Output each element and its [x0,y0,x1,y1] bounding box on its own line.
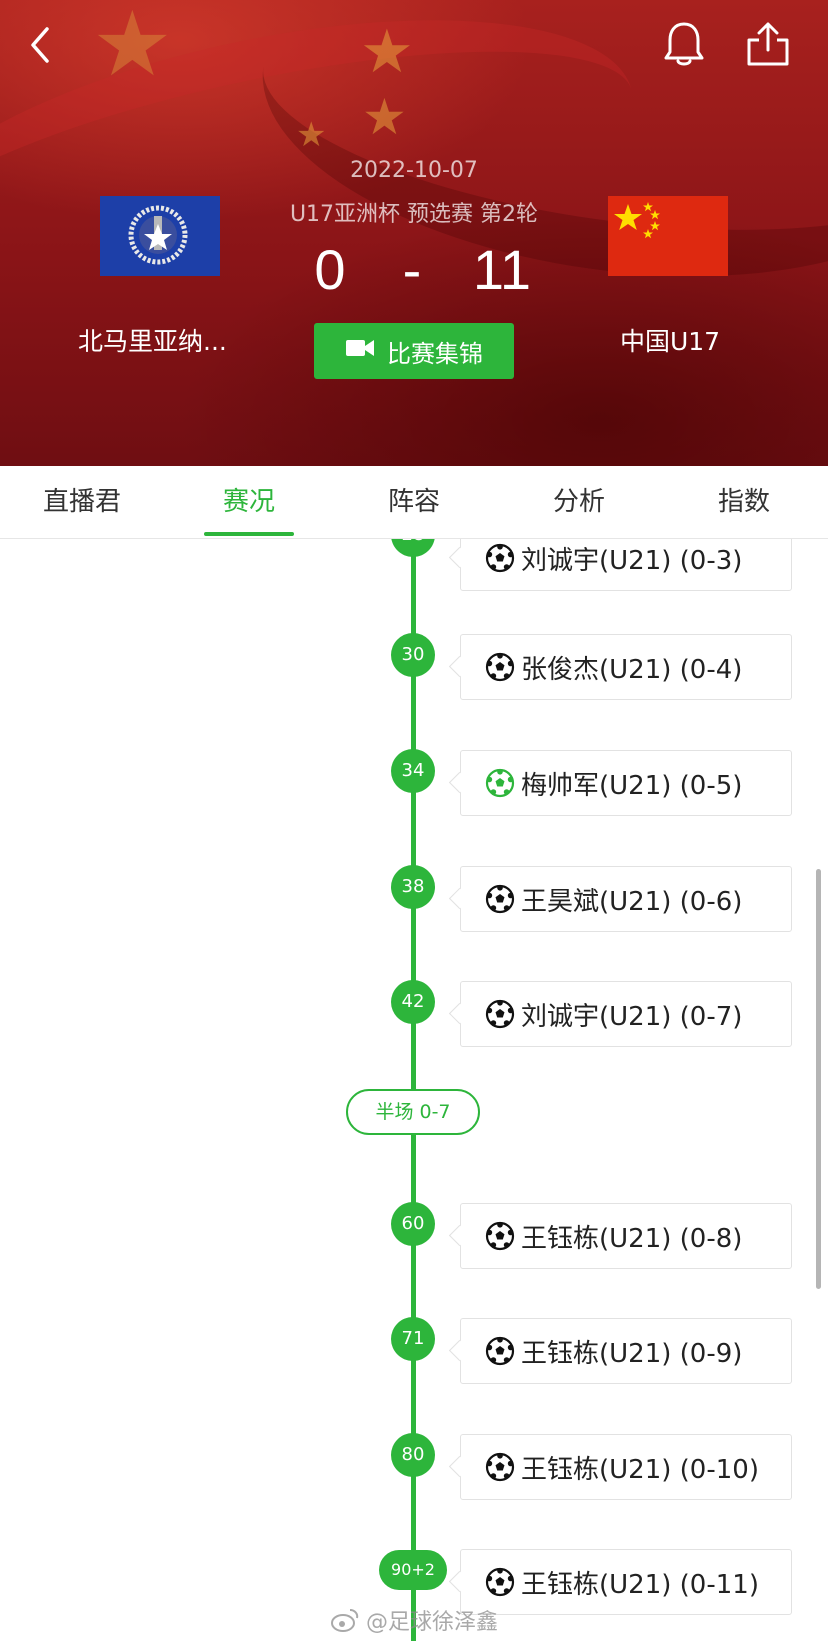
event-text: 王钰栋(U21) (0-11) [521,1569,759,1600]
tab-odds[interactable]: 指数 [684,466,804,538]
score-separator: - [402,238,422,301]
scrollbar[interactable] [816,869,821,1289]
soccer-ball-icon [485,999,515,1029]
event-minute: 28 [391,539,435,557]
event-card[interactable]: 王昊斌(U21) (0-6) [460,866,792,932]
event-minute: 38 [391,865,435,909]
home-score: 0 [314,238,346,301]
event-card[interactable]: 王钰栋(U21) (0-11) [460,1549,792,1615]
home-team-name[interactable]: 北马里亚纳... [78,322,248,358]
watermark-text: @足球徐泽鑫 [366,1610,499,1635]
event-minute: 90+2 [379,1550,447,1590]
share-icon[interactable] [742,18,794,70]
event-text: 王钰栋(U21) (0-8) [521,1223,743,1254]
video-camera-icon [345,337,375,365]
event-text: 王钰栋(U21) (0-9) [521,1338,743,1369]
event-card[interactable]: 张俊杰(U21) (0-4) [460,634,792,700]
soccer-ball-icon [485,884,515,914]
tab-bar: 直播君 赛况 阵容 分析 指数 [0,466,828,539]
event-text: 梅帅军(U21) (0-5) [521,770,743,801]
match-timeline: 28 刘诚宇(U21) (0-3) 30 张俊杰(U21) (0-4) 34 梅… [0,539,828,1641]
tab-match-status[interactable]: 赛况 [189,466,309,538]
event-minute: 30 [391,633,435,677]
background-star-icon: ★ [296,115,327,155]
highlights-label: 比赛集锦 [387,339,483,368]
background-star-icon: ★ [92,0,173,97]
away-team-flag-icon [608,196,728,276]
soccer-ball-icon [485,1567,515,1597]
event-minute: 60 [391,1202,435,1246]
away-team-name[interactable]: 中国U17 [560,322,780,358]
event-card[interactable]: 刘诚宇(U21) (0-3) [460,539,792,591]
match-date: 2022-10-07 [350,158,478,183]
active-tab-indicator [204,532,294,536]
event-minute: 42 [391,980,435,1024]
soccer-ball-icon [485,652,515,682]
tab-analysis[interactable]: 分析 [519,466,639,538]
event-text: 刘诚宇(U21) (0-7) [521,1001,743,1032]
event-card[interactable]: 刘诚宇(U21) (0-7) [460,981,792,1047]
soccer-ball-icon [485,1221,515,1251]
event-card[interactable]: 王钰栋(U21) (0-8) [460,1203,792,1269]
event-text: 王昊斌(U21) (0-6) [521,886,743,917]
event-text: 张俊杰(U21) (0-4) [521,654,743,685]
highlights-button[interactable]: 比赛集锦 [314,323,514,379]
event-text: 刘诚宇(U21) (0-3) [521,545,743,576]
event-minute: 71 [391,1317,435,1361]
watermark: @足球徐泽鑫 [330,1602,498,1638]
background-star-icon: ★ [362,88,407,146]
event-minute: 80 [391,1433,435,1477]
soccer-ball-icon [485,1336,515,1366]
background-star-icon: ★ [360,17,414,87]
event-card[interactable]: 梅帅军(U21) (0-5) [460,750,792,816]
home-team-flag-icon [100,196,220,276]
match-header: ★ ★ ★ ★ 2022-10-07 U17亚洲杯 预选赛 第2轮 0 - 11… [0,0,828,466]
tab-live[interactable]: 直播君 [22,466,142,538]
weibo-logo-icon [331,1609,359,1632]
soccer-ball-green-icon [485,768,515,798]
back-icon[interactable] [18,20,62,70]
soccer-ball-icon [485,1452,515,1482]
tab-lineup[interactable]: 阵容 [354,466,474,538]
event-card[interactable]: 王钰栋(U21) (0-10) [460,1434,792,1500]
event-text: 王钰栋(U21) (0-10) [521,1454,759,1485]
event-card[interactable]: 王钰栋(U21) (0-9) [460,1318,792,1384]
bell-icon[interactable] [660,18,708,70]
event-minute: 34 [391,749,435,793]
away-score: 11 [472,238,532,301]
halftime-badge: 半场 0-7 [346,1089,480,1135]
soccer-ball-icon [485,543,515,573]
